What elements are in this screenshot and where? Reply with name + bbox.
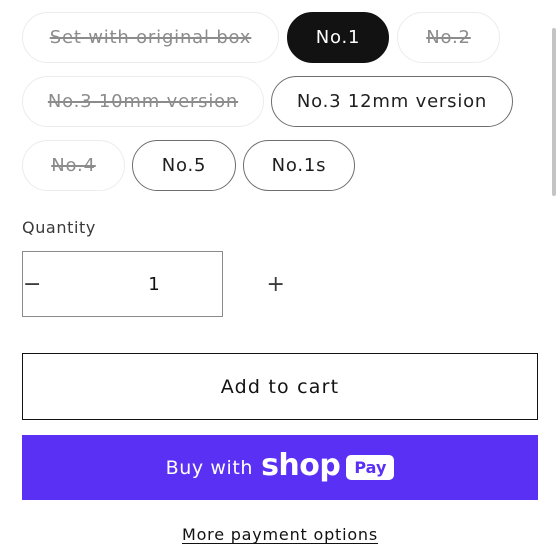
- product-form: Set with original box No.1 No.2 No.3 10m…: [0, 0, 560, 560]
- shop-logo-icon: shop: [261, 447, 341, 483]
- pay-badge: Pay: [346, 454, 395, 481]
- plus-icon: +: [266, 271, 285, 297]
- scrollbar[interactable]: [552, 28, 556, 196]
- variant-no-1[interactable]: No.1: [287, 12, 389, 63]
- minus-icon: −: [23, 271, 42, 297]
- variant-no-3-10mm[interactable]: No.3 10mm version: [22, 76, 264, 127]
- variant-no-5[interactable]: No.5: [132, 140, 236, 191]
- more-payment-options: More payment options: [0, 525, 560, 544]
- variant-no-4[interactable]: No.4: [22, 140, 125, 191]
- quantity-input[interactable]: [41, 252, 267, 316]
- quantity-stepper: − +: [22, 251, 285, 317]
- add-to-cart-button[interactable]: Add to cart: [22, 353, 538, 420]
- more-payment-options-link[interactable]: More payment options: [182, 525, 378, 544]
- variant-no-2[interactable]: No.2: [397, 12, 500, 63]
- shop-pay-button[interactable]: Buy with shop Pay: [22, 435, 538, 500]
- quantity-increase-button[interactable]: +: [266, 252, 284, 316]
- quantity-label: Quantity: [22, 218, 96, 237]
- shop-pay-prefix: Buy with: [165, 456, 254, 479]
- variant-no-1s[interactable]: No.1s: [243, 140, 355, 191]
- variant-no-3-12mm[interactable]: No.3 12mm version: [271, 76, 513, 127]
- variant-set-with-original-box[interactable]: Set with original box: [22, 12, 279, 63]
- quantity-decrease-button[interactable]: −: [23, 252, 41, 316]
